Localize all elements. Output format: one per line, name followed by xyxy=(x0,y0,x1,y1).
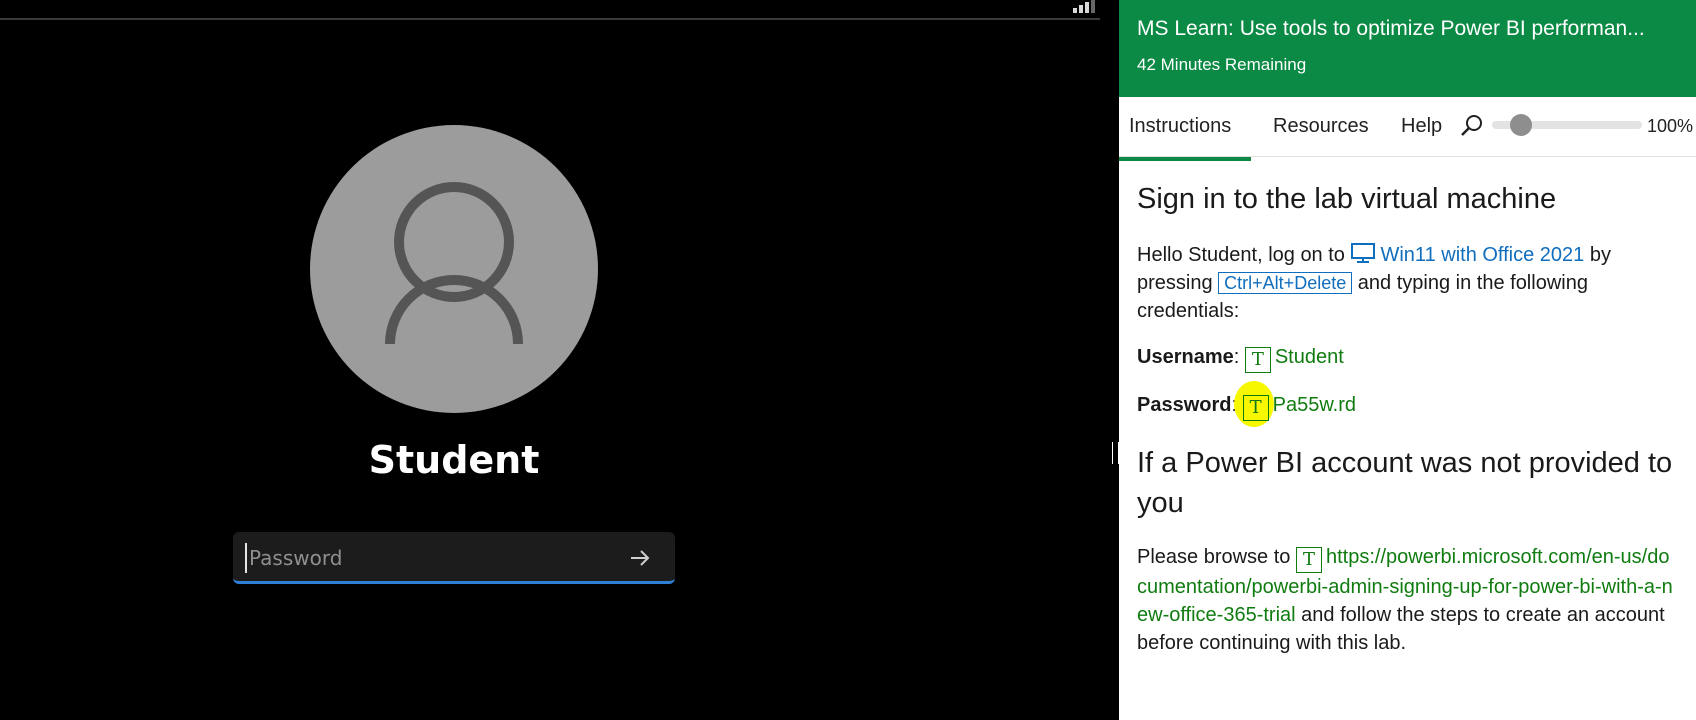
username-label: Username xyxy=(1137,346,1234,368)
tab-help[interactable]: Help xyxy=(1401,115,1442,138)
tab-resources[interactable]: Resources xyxy=(1273,115,1369,138)
type-password-button[interactable]: T xyxy=(1242,395,1269,421)
password-input[interactable] xyxy=(245,543,605,573)
type-username-button[interactable]: T xyxy=(1244,347,1271,373)
pane-tabs: Instructions Resources Help 100% xyxy=(1119,97,1696,161)
zoom-slider[interactable] xyxy=(1492,114,1642,136)
zoom-level: 100% xyxy=(1647,116,1694,136)
person-icon xyxy=(385,182,523,345)
login-username: Student xyxy=(368,438,540,482)
heading-sign-in: Sign in to the lab virtual machine xyxy=(1137,183,1557,215)
vm-link-label: Win11 with Office 2021 xyxy=(1380,244,1585,266)
heading-powerbi-account: If a Power BI account was not provided t… xyxy=(1137,447,1673,519)
user-avatar xyxy=(310,125,598,413)
lab-title: MS Learn: Use tools to optimize Power BI… xyxy=(1137,17,1645,40)
password-line: Password: T Pa55w.rd xyxy=(1137,381,1678,427)
vm-link[interactable]: Win11 with Office 2021 xyxy=(1350,243,1585,266)
username-value[interactable]: Student xyxy=(1275,346,1344,368)
instructions-pane: MS Learn: Use tools to optimize Power BI… xyxy=(1119,0,1696,720)
vm-login-screen[interactable]: Student xyxy=(0,0,1118,720)
intro-paragraph: Hello Student, log on to Win11 with Offi… xyxy=(1137,241,1678,325)
lab-header: MS Learn: Use tools to optimize Power BI… xyxy=(1119,0,1696,97)
zoom-magnifier-icon xyxy=(1461,115,1482,136)
monitor-icon xyxy=(1351,243,1376,263)
network-signal-icon xyxy=(1073,0,1099,13)
vm-top-border xyxy=(0,18,1100,20)
type-url-button[interactable]: T xyxy=(1295,547,1322,573)
highlighted-type-password: T xyxy=(1233,381,1274,427)
instructions-content: Sign in to the lab virtual machine Hello… xyxy=(1119,157,1696,657)
username-line: Username: T Student xyxy=(1137,343,1678,373)
password-label: Password xyxy=(1137,394,1232,416)
time-remaining: 42 Minutes Remaining xyxy=(1137,55,1307,74)
password-box[interactable] xyxy=(233,532,675,584)
zoom-slider-thumb[interactable] xyxy=(1510,114,1532,136)
ctrl-alt-delete-button[interactable]: Ctrl+Alt+Delete xyxy=(1218,272,1353,294)
password-value[interactable]: Pa55w.rd xyxy=(1273,394,1356,416)
intro-text: Hello Student, log on to xyxy=(1137,244,1345,266)
submit-arrow-icon[interactable] xyxy=(627,545,653,571)
browse-text: Please browse to xyxy=(1137,546,1291,568)
browse-paragraph: Please browse to Thttps://powerbi.micros… xyxy=(1137,543,1678,657)
tab-instructions[interactable]: Instructions xyxy=(1119,115,1252,161)
